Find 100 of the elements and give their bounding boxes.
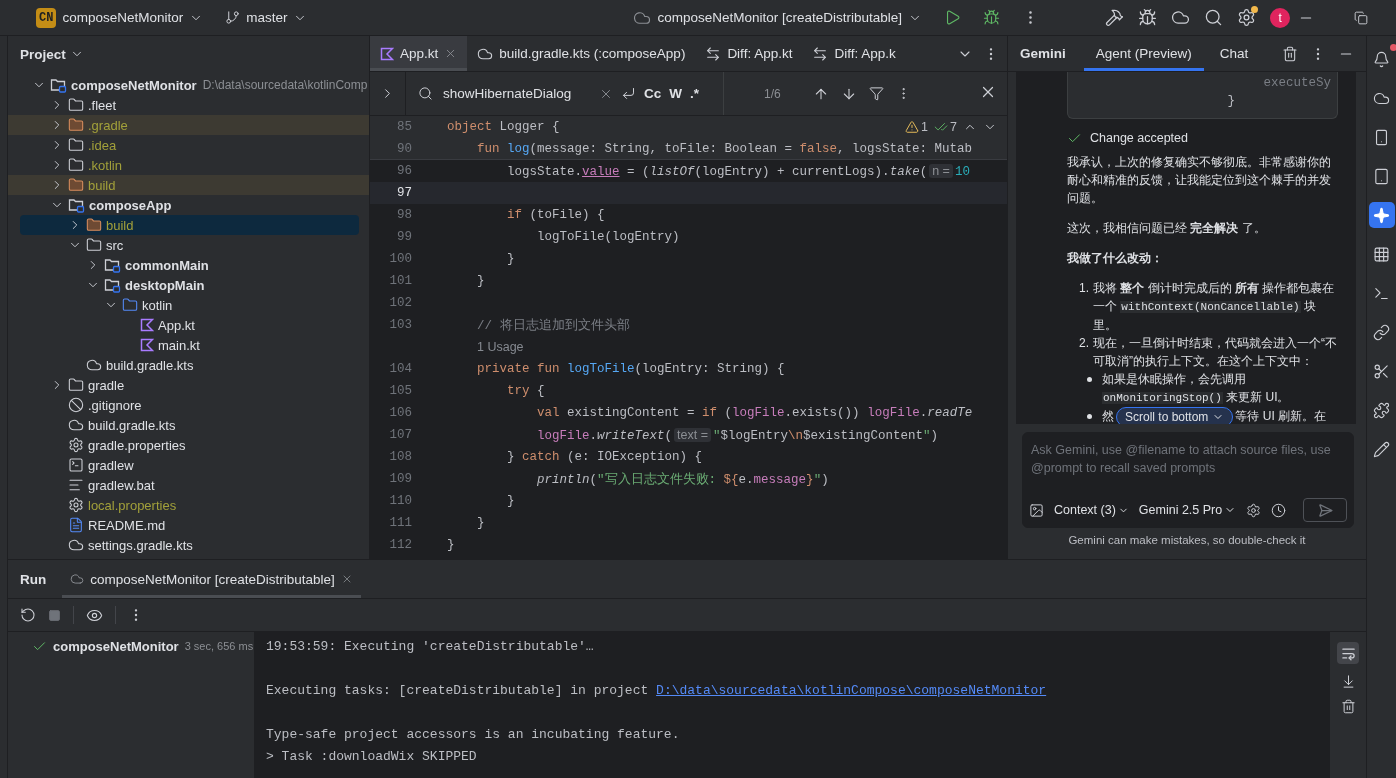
folder-icon (86, 237, 102, 253)
message-paragraph: 这次，我相信问题已经 完全解决 了。 (1067, 220, 1267, 237)
trash-icon[interactable] (1340, 699, 1356, 714)
editor-tab[interactable]: Diff: App.k (802, 36, 906, 71)
tree-item[interactable]: build (8, 175, 369, 195)
bug-icon[interactable] (983, 9, 1001, 26)
tree-item[interactable]: kotlin (8, 295, 369, 315)
rerun-icon[interactable] (20, 607, 36, 623)
tree-item[interactable]: desktopMain (8, 275, 369, 295)
settings-icon[interactable] (1237, 8, 1257, 27)
panel-tab[interactable]: Chat (1207, 36, 1261, 71)
run-tab[interactable]: composeNetMonitor [createDistributable] (62, 560, 361, 598)
gear-icon (68, 497, 84, 513)
scroll-to-bottom-button[interactable]: Scroll to bottom (1116, 407, 1234, 424)
folder-icon (68, 377, 84, 393)
tree-item[interactable]: .kotlin (8, 155, 369, 175)
weak-warning-count[interactable]: 7 (950, 120, 957, 134)
cloud-icon (86, 357, 102, 373)
send-button[interactable] (1303, 498, 1347, 522)
project-name[interactable]: composeNetMonitor (62, 10, 184, 25)
tree-item[interactable]: .gitignore (8, 395, 369, 415)
line-number: 85 (396, 120, 412, 134)
model-picker[interactable]: Gemini 2.5 Pro (1138, 503, 1237, 517)
code-line: logFile.writeText( text = "$logEntry\n$existingContent") (536, 427, 939, 443)
editor-tab[interactable]: Diff: App.kt (695, 36, 803, 71)
line-number: 107 (388, 428, 412, 442)
project-badge: CN (36, 7, 57, 28)
warning-count[interactable]: 1 (921, 120, 929, 134)
prompt-input[interactable]: Ask Gemini, use @filename to attach source files, use @prompt to recall saved prompts Context (3) Gemini 2.5 Pro (1022, 432, 1354, 528)
wrap-icon (1340, 645, 1356, 661)
line-number: 105 (388, 384, 412, 398)
tree-item[interactable]: build.gradle.kts (8, 415, 369, 435)
tree-item[interactable]: build.gradle.kts (8, 355, 369, 375)
code-line: } (506, 252, 515, 266)
editor-tab[interactable]: App.kt (370, 36, 468, 71)
folder-icon (104, 257, 121, 273)
tree-item[interactable]: gradle (8, 375, 369, 395)
search-option[interactable]: W (669, 86, 682, 101)
editor-tab[interactable]: build.gradle.kts (:composeApp) (467, 36, 696, 71)
trash-icon[interactable] (1282, 45, 1298, 62)
code-line: // 将日志追加到文件头部 (476, 317, 630, 334)
tree-item[interactable]: settings.gradle.kts (8, 535, 369, 555)
hammer-icon[interactable] (1105, 8, 1125, 27)
stop-icon[interactable] (48, 608, 61, 622)
settings-icon[interactable] (1246, 502, 1262, 518)
usage-hint[interactable]: 1 Usage (477, 340, 524, 354)
tree-item[interactable]: gradle.properties (8, 435, 369, 455)
tree-item[interactable]: composeNetMonitor D:\data\sourcedata\kotlinComp (8, 75, 369, 95)
tree-item[interactable]: gradlew.bat (8, 475, 369, 495)
code-line: logToFile(logEntry) (536, 230, 680, 244)
panel-tab[interactable]: Agent (Preview) (1083, 36, 1204, 71)
cloud-icon (70, 572, 85, 586)
code-line: } (476, 274, 485, 288)
filter-icon[interactable] (868, 86, 884, 101)
tree-item[interactable]: .idea (8, 135, 369, 155)
console-text: Type-safe project accessors is an incubating feature. (266, 727, 680, 742)
tree-item[interactable]: src (8, 235, 369, 255)
run-configuration[interactable]: composeNetMonitor [createDistributable] (657, 10, 903, 25)
line-number: 108 (388, 450, 412, 464)
tree-item[interactable]: README.md (8, 515, 369, 535)
run-icon[interactable] (944, 9, 962, 26)
project-path-link[interactable]: D:\data\sourcedata\kotlinCompose\composeNetMonitor (656, 683, 1047, 698)
folder-icon (68, 197, 85, 213)
search-option[interactable]: Cc (644, 86, 662, 101)
search-option[interactable]: .* (690, 86, 700, 101)
restore-icon[interactable] (1354, 10, 1369, 25)
panel-title[interactable]: Project (20, 46, 66, 62)
tree-item[interactable]: local.properties (8, 495, 369, 515)
line-number: 111 (388, 516, 412, 530)
arrows-icon (705, 45, 722, 62)
run-tree-item[interactable]: composeNetMonitor 3 sec, 656 ms (32, 636, 254, 656)
list-number: 1. (1079, 280, 1089, 297)
soft-wrap-button[interactable] (1337, 642, 1359, 664)
tree-item[interactable]: commonMain (8, 255, 369, 275)
tree-item[interactable]: App.kt (8, 315, 369, 335)
tree-item[interactable]: .gradle (8, 115, 369, 135)
arrows-icon (812, 45, 829, 62)
enter-icon[interactable] (621, 86, 636, 101)
tree-item[interactable]: composeApp (8, 195, 369, 215)
image-icon[interactable] (1029, 502, 1044, 518)
file-icon (140, 318, 154, 332)
message-heading: 我做了什么改动： (1067, 250, 1164, 267)
context-picker[interactable]: Context (3) (1054, 503, 1129, 517)
bullet-icon (1087, 414, 1092, 419)
search-icon[interactable] (1204, 8, 1224, 27)
tree-item[interactable]: gradlew (8, 455, 369, 475)
avatar[interactable]: t (1270, 7, 1291, 28)
tool-window-button[interactable] (1368, 202, 1395, 228)
tree-item[interactable]: .fleet (8, 95, 369, 115)
cloud-icon[interactable] (1171, 8, 1191, 27)
bug-icon[interactable] (1138, 8, 1158, 27)
tree-item[interactable]: main.kt (8, 335, 369, 355)
message-paragraph: 我承认，上次的修复确实不够彻底。非常感谢你的耐心和精准的反馈，让我能定位到这个棘手的并发问题。 (1067, 154, 1332, 207)
tablet-icon (1373, 167, 1390, 185)
clock-icon[interactable] (1271, 502, 1287, 518)
branch-name[interactable]: master (246, 10, 288, 25)
folder-icon (68, 137, 84, 153)
cloud-icon (68, 417, 84, 433)
tree-item[interactable]: build (20, 215, 359, 235)
folder-icon (68, 177, 84, 193)
